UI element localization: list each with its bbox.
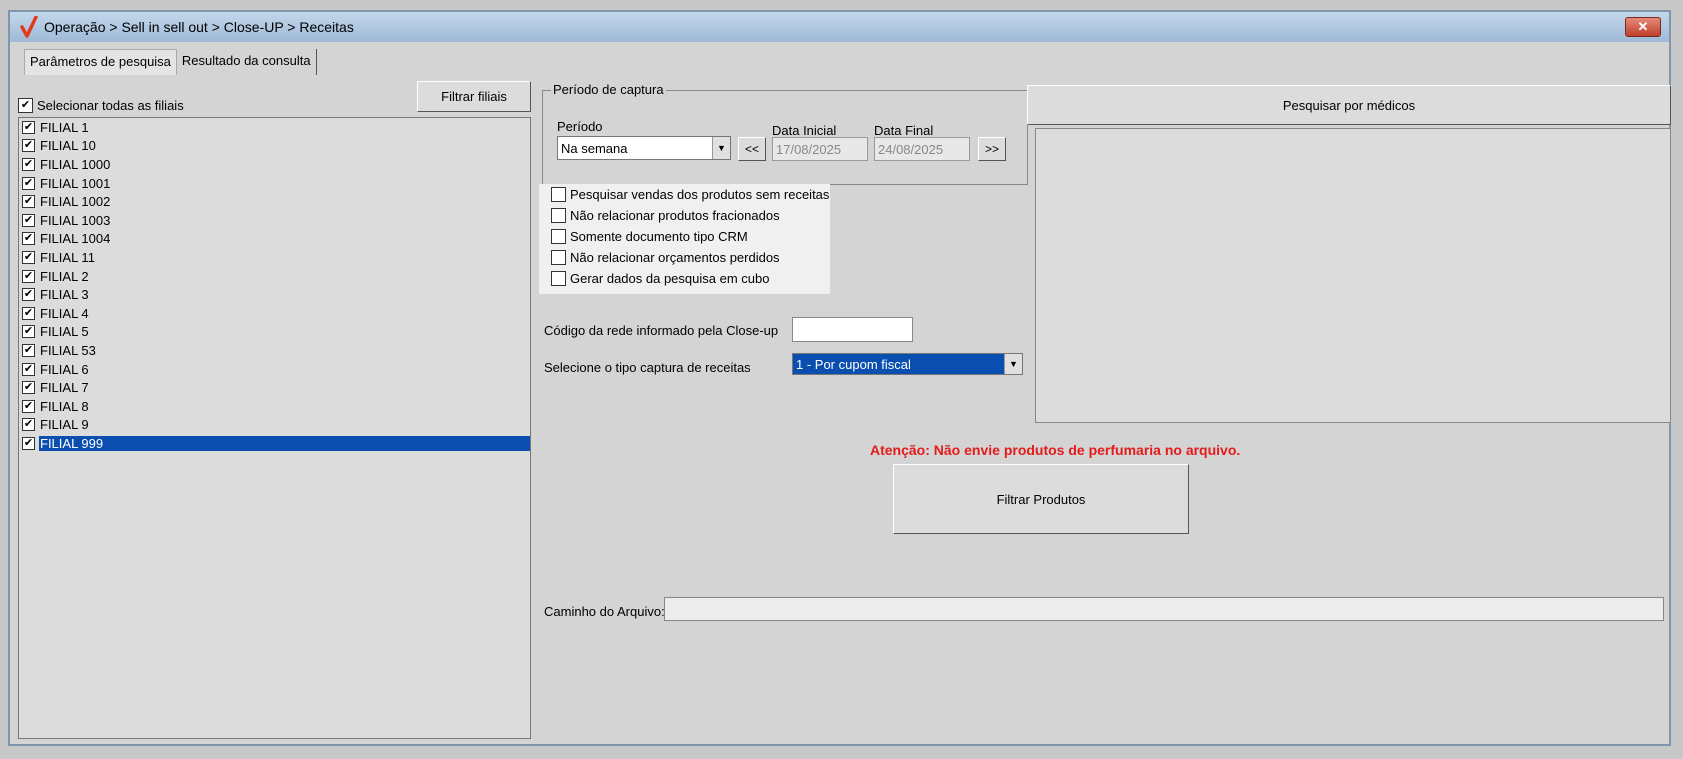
start-date-field[interactable]: 17/08/2025: [772, 137, 868, 161]
end-date-field[interactable]: 24/08/2025: [874, 137, 970, 161]
network-code-label: Código da rede informado pela Close-up: [544, 323, 779, 338]
list-item[interactable]: ✔ FILIAL 2: [19, 267, 530, 286]
file-path-label: Caminho do Arquivo:: [544, 604, 665, 619]
branch-checkbox[interactable]: ✔: [22, 381, 35, 395]
list-item[interactable]: ✔ FILIAL 1002: [19, 192, 530, 211]
option-no-prescription[interactable]: Pesquisar vendas dos produtos sem receit…: [539, 184, 830, 205]
start-date-label: Data Inicial: [772, 123, 837, 138]
option-checkbox[interactable]: [551, 229, 566, 244]
end-date-label: Data Final: [874, 123, 934, 138]
app-logo-icon: [18, 15, 40, 39]
list-item[interactable]: ✔ FILIAL 1000: [19, 155, 530, 174]
option-no-lost-quotes[interactable]: Não relacionar orçamentos perdidos: [539, 247, 830, 268]
doctors-panel: [1035, 128, 1671, 423]
list-item[interactable]: ✔ FILIAL 11: [19, 248, 530, 267]
select-all-label: Selecionar todas as filiais: [37, 98, 184, 113]
list-item[interactable]: ✔ FILIAL 1: [19, 118, 530, 137]
option-checkbox[interactable]: [551, 250, 566, 265]
period-select[interactable]: Na semana ▼: [557, 136, 731, 160]
list-item[interactable]: ✔ FILIAL 5: [19, 323, 530, 342]
list-item[interactable]: ✔ FILIAL 8: [19, 397, 530, 416]
tab-search-parameters[interactable]: Parâmetros de pesquisa: [24, 49, 177, 75]
list-item[interactable]: ✔ FILIAL 10: [19, 137, 530, 156]
filter-products-button[interactable]: Filtrar Produtos: [893, 464, 1189, 534]
tab-query-result[interactable]: Resultado da consulta: [177, 49, 317, 75]
option-crm-only[interactable]: Somente documento tipo CRM: [539, 226, 830, 247]
list-item[interactable]: ✔ FILIAL 6: [19, 360, 530, 379]
list-item[interactable]: ✔ FILIAL 7: [19, 378, 530, 397]
select-all-checkbox[interactable]: ✔: [18, 98, 33, 113]
list-item-selected[interactable]: ✔ FILIAL 999: [19, 434, 530, 453]
branch-checkbox[interactable]: ✔: [22, 399, 35, 413]
chevron-down-icon[interactable]: ▼: [712, 137, 730, 159]
branch-checkbox[interactable]: ✔: [22, 195, 35, 209]
select-all-branches[interactable]: ✔ Selecionar todas as filiais: [18, 98, 184, 113]
list-item[interactable]: ✔ FILIAL 3: [19, 285, 530, 304]
chevron-down-icon[interactable]: ▼: [1004, 354, 1022, 374]
tab-bar: Parâmetros de pesquisa Resultado da cons…: [24, 49, 317, 75]
period-value: Na semana: [561, 140, 628, 156]
list-item[interactable]: ✔ FILIAL 4: [19, 304, 530, 323]
branch-checkbox[interactable]: ✔: [22, 176, 35, 190]
option-cube-data[interactable]: Gerar dados da pesquisa em cubo: [539, 268, 830, 289]
perfume-warning: Atenção: Não envie produtos de perfumari…: [870, 442, 1241, 458]
filter-branches-button[interactable]: Filtrar filiais: [417, 81, 531, 112]
branch-checkbox[interactable]: ✔: [22, 213, 35, 227]
period-label: Período: [557, 119, 603, 134]
branch-checkbox[interactable]: ✔: [22, 325, 35, 339]
branch-checkbox[interactable]: ✔: [22, 120, 35, 134]
branch-checkbox[interactable]: ✔: [22, 250, 35, 264]
branch-list[interactable]: ✔ FILIAL 1 ✔ FILIAL 10 ✔ FILIAL 1000 ✔ FILIA…: [18, 117, 531, 739]
branch-checkbox[interactable]: ✔: [22, 288, 35, 302]
branch-checkbox[interactable]: ✔: [22, 362, 35, 376]
option-checkbox[interactable]: [551, 271, 566, 286]
option-checkbox[interactable]: [551, 187, 566, 202]
options-checklist: Pesquisar vendas dos produtos sem receit…: [539, 184, 830, 294]
title-bar: Operação > Sell in sell out > Close-UP >…: [10, 12, 1669, 42]
capture-period-legend: Período de captura: [551, 82, 666, 97]
file-path-input[interactable]: [664, 597, 1664, 621]
branch-checkbox[interactable]: ✔: [22, 157, 35, 171]
list-item[interactable]: ✔ FILIAL 1001: [19, 174, 530, 193]
branch-checkbox[interactable]: ✔: [22, 306, 35, 320]
branch-checkbox[interactable]: ✔: [22, 418, 35, 432]
branch-checkbox[interactable]: ✔: [22, 269, 35, 283]
branch-checkbox[interactable]: ✔: [22, 139, 35, 153]
capture-type-label: Selecione o tipo captura de receitas: [544, 360, 751, 375]
network-code-input[interactable]: [792, 317, 913, 342]
close-button[interactable]: ✕: [1625, 17, 1661, 37]
option-no-fractioned[interactable]: Não relacionar produtos fracionados: [539, 205, 830, 226]
main-window: Operação > Sell in sell out > Close-UP >…: [8, 10, 1671, 746]
close-icon: ✕: [1637, 19, 1649, 34]
option-checkbox[interactable]: [551, 208, 566, 223]
list-item[interactable]: ✔ FILIAL 1004: [19, 230, 530, 249]
capture-period-group: Período de captura Período Na semana ▼ <…: [542, 82, 1028, 185]
previous-period-button[interactable]: <<: [738, 137, 766, 161]
list-item[interactable]: ✔ FILIAL 53: [19, 341, 530, 360]
branch-checkbox[interactable]: ✔: [22, 436, 35, 450]
capture-type-value: 1 - Por cupom fiscal: [796, 356, 911, 372]
list-item[interactable]: ✔ FILIAL 1003: [19, 211, 530, 230]
list-item[interactable]: ✔ FILIAL 9: [19, 416, 530, 435]
search-doctors-button[interactable]: Pesquisar por médicos: [1027, 85, 1671, 125]
next-period-button[interactable]: >>: [978, 137, 1006, 161]
branch-checkbox[interactable]: ✔: [22, 343, 35, 357]
capture-type-select[interactable]: 1 - Por cupom fiscal ▼: [792, 353, 1023, 375]
branch-checkbox[interactable]: ✔: [22, 232, 35, 246]
window-title: Operação > Sell in sell out > Close-UP >…: [44, 19, 354, 35]
